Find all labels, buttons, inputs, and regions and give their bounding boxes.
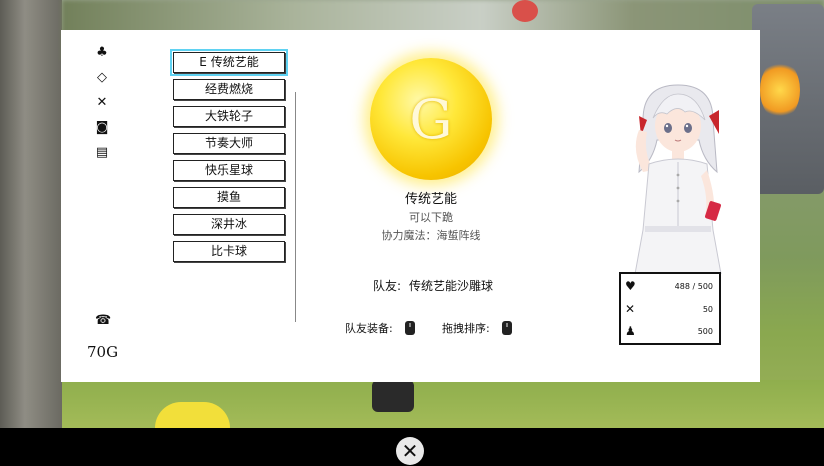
other-value: 500 bbox=[697, 327, 713, 336]
category-icons: ♣ ◇ ✕ ◙ ▤ bbox=[95, 46, 109, 171]
diamond-icon[interactable]: ◇ bbox=[95, 71, 109, 85]
attack-row: ✕ 50 bbox=[625, 302, 713, 318]
sort-label: 拖拽排序: bbox=[442, 322, 490, 335]
dark-object bbox=[372, 380, 414, 412]
other-row: ♟ 500 bbox=[625, 324, 713, 340]
skill-coin-icon: G bbox=[370, 58, 492, 180]
phone-icon[interactable]: ☎ bbox=[95, 313, 111, 328]
skill-subtitle: 可以下跪 bbox=[409, 211, 453, 224]
skill-name: 传统艺能 bbox=[404, 192, 457, 207]
close-icon: ✕ bbox=[401, 439, 419, 463]
hp-value: 488 / 500 bbox=[674, 282, 713, 291]
close-button[interactable]: ✕ bbox=[396, 437, 424, 465]
skill-magic: 协力魔法：海蜇阵线 bbox=[381, 229, 481, 242]
skill-item[interactable]: 大铁轮子 bbox=[173, 106, 285, 127]
mouse-icon[interactable] bbox=[404, 321, 415, 335]
crossed-swords-icon[interactable]: ✕ bbox=[95, 96, 109, 110]
character-stats: ♥ 488 / 500 ✕ 50 ♟ 500 bbox=[619, 272, 721, 345]
club-icon[interactable]: ♣ bbox=[95, 46, 109, 60]
fire-effect bbox=[760, 60, 800, 120]
heart-icon: ♥ bbox=[625, 279, 636, 293]
skill-item[interactable]: 深井冰 bbox=[173, 214, 285, 235]
skill-item[interactable]: 快乐星球 bbox=[173, 160, 285, 181]
skill-item[interactable]: 摸鱼 bbox=[173, 187, 285, 208]
gold-count: 70G bbox=[87, 343, 119, 361]
skill-panel: ♣ ◇ ✕ ◙ ▤ ☎ 70G E 传统艺能 经费燃烧 大铁轮子 节奏大师 快乐… bbox=[61, 30, 760, 382]
yellow-object bbox=[155, 402, 230, 428]
character-portrait bbox=[634, 84, 722, 274]
red-ball bbox=[512, 0, 538, 22]
person-icon: ♟ bbox=[625, 324, 636, 338]
attack-value: 50 bbox=[702, 305, 713, 314]
hp-row: ♥ 488 / 500 bbox=[625, 279, 713, 295]
teammate-row: 队友: 传统艺能沙雕球 bbox=[373, 277, 493, 294]
skill-list: E 传统艺能 经费燃烧 大铁轮子 节奏大师 快乐星球 摸鱼 深井冰 比卡球 bbox=[170, 49, 288, 268]
skill-item[interactable]: 比卡球 bbox=[173, 241, 285, 262]
teammate-label: 队友: bbox=[373, 279, 402, 293]
crossed-swords-icon: ✕ bbox=[625, 302, 636, 316]
teammate-value: 传统艺能沙雕球 bbox=[409, 279, 494, 293]
book-icon[interactable]: ▤ bbox=[95, 146, 109, 160]
teammate-equip: 队友装备: bbox=[345, 320, 415, 336]
camera-icon[interactable]: ◙ bbox=[95, 121, 109, 135]
skill-item[interactable]: 节奏大师 bbox=[173, 133, 285, 154]
tree-trunk bbox=[0, 0, 62, 428]
equip-label: 队友装备: bbox=[345, 322, 393, 335]
coin-letter: G bbox=[409, 87, 453, 151]
skill-item[interactable]: E 传统艺能 bbox=[170, 49, 288, 76]
mouse-icon[interactable] bbox=[501, 321, 512, 335]
skill-item[interactable]: 经费燃烧 bbox=[173, 79, 285, 100]
drag-sort: 拖拽排序: bbox=[442, 320, 512, 336]
divider bbox=[295, 92, 296, 322]
